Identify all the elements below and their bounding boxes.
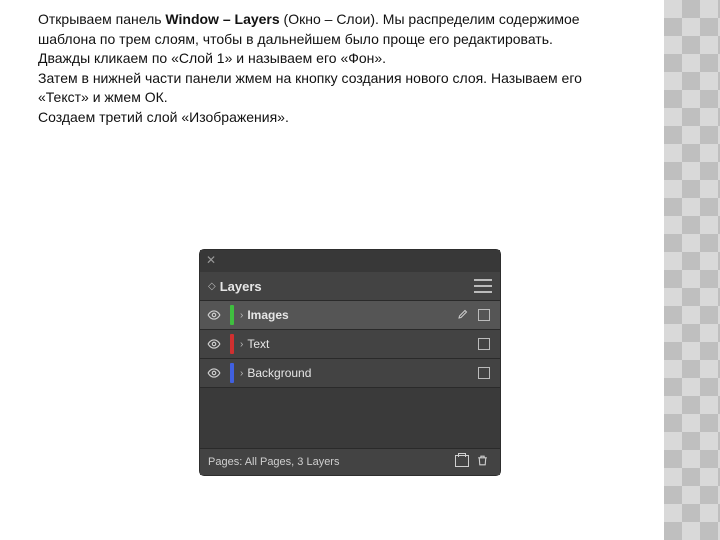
footer-status: Pages: All Pages, 3 Layers [208,456,339,468]
bold-text: Window – Layers [165,11,279,27]
visibility-icon[interactable] [200,308,228,323]
panel-title: Layers [220,279,262,294]
new-layer-icon[interactable] [452,455,472,470]
chevron-right-icon[interactable]: › [240,310,243,321]
layer-row[interactable]: › Images [200,301,500,330]
instruction-line: Дважды кликаем по «Слой 1» и называем ег… [38,49,628,69]
panel-footer: Pages: All Pages, 3 Layers [200,449,500,475]
decorative-strip [664,0,720,540]
panel-empty-area [200,388,500,449]
panel-menu-icon[interactable] [474,279,492,293]
layer-row[interactable]: › Text [200,330,500,359]
instruction-line: Затем в нижней части панели жмем на кноп… [38,69,628,108]
select-box[interactable] [478,367,490,379]
trash-icon[interactable] [472,454,492,470]
layer-color-swatch [230,363,234,383]
layer-color-swatch [230,334,234,354]
visibility-icon[interactable] [200,337,228,352]
close-icon[interactable]: ✕ [206,253,216,267]
layer-color-swatch [230,305,234,325]
layer-name: Text [247,337,454,351]
text: Открываем панель [38,11,165,27]
visibility-icon[interactable] [200,366,228,381]
panel-header: ◇ Layers [200,272,500,301]
instruction-line: Открываем панель Window – Layers (Окно –… [38,10,628,49]
instruction-line: Создаем третий слой «Изображения». [38,108,628,128]
chevron-right-icon[interactable]: › [240,339,243,350]
instructions-block: Открываем панель Window – Layers (Окно –… [38,10,628,128]
panel-tabbar: ✕ [200,250,500,272]
select-box[interactable] [478,309,490,321]
collapse-icon[interactable]: ◇ [208,281,214,292]
layer-name: Background [247,366,454,380]
layer-name: Images [247,308,454,322]
select-box[interactable] [478,338,490,350]
chevron-right-icon[interactable]: › [240,368,243,379]
pen-icon [454,308,472,323]
layer-row[interactable]: › Background [200,359,500,388]
layers-panel: ✕ ◇ Layers › Images › Text › Background Pages… [200,250,500,475]
